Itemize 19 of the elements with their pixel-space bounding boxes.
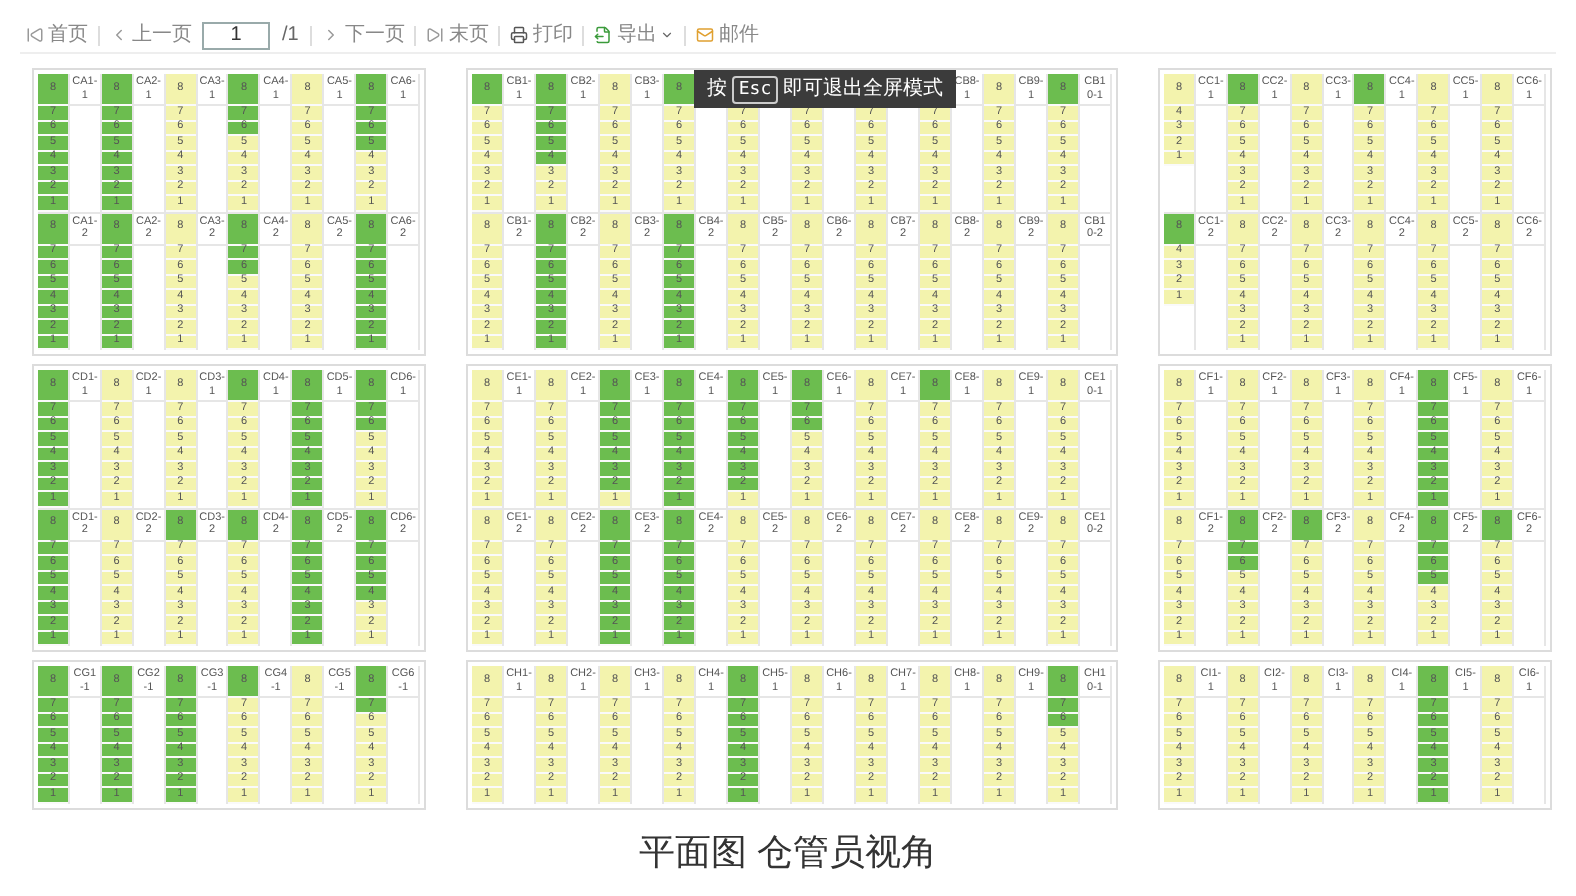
mail-button[interactable]: 邮件 [690, 19, 765, 51]
esc-key: Esc [732, 75, 778, 103]
mail-icon [696, 26, 715, 44]
caption: 平面图 仓管员视角 [638, 829, 937, 876]
last-page-icon [426, 26, 445, 44]
first-button[interactable]: 首页 [20, 19, 94, 51]
printer-icon [510, 26, 529, 44]
page-number-field[interactable]: 1 [202, 21, 270, 49]
fullscreen-hint: 按 Esc 即可退出全屏模式 [694, 70, 956, 108]
caret-icon [660, 28, 675, 42]
previous-icon [110, 26, 128, 44]
prev-button[interactable]: 上一页 [104, 19, 198, 51]
last-button[interactable]: 末页 [420, 19, 495, 51]
export-button[interactable]: 导出 [588, 19, 681, 51]
print-button[interactable]: 打印 [504, 19, 579, 51]
first-page-icon [26, 26, 44, 44]
export-icon [594, 26, 613, 44]
next-button[interactable]: 下一页 [316, 19, 411, 51]
page-count: /1 [280, 22, 301, 50]
